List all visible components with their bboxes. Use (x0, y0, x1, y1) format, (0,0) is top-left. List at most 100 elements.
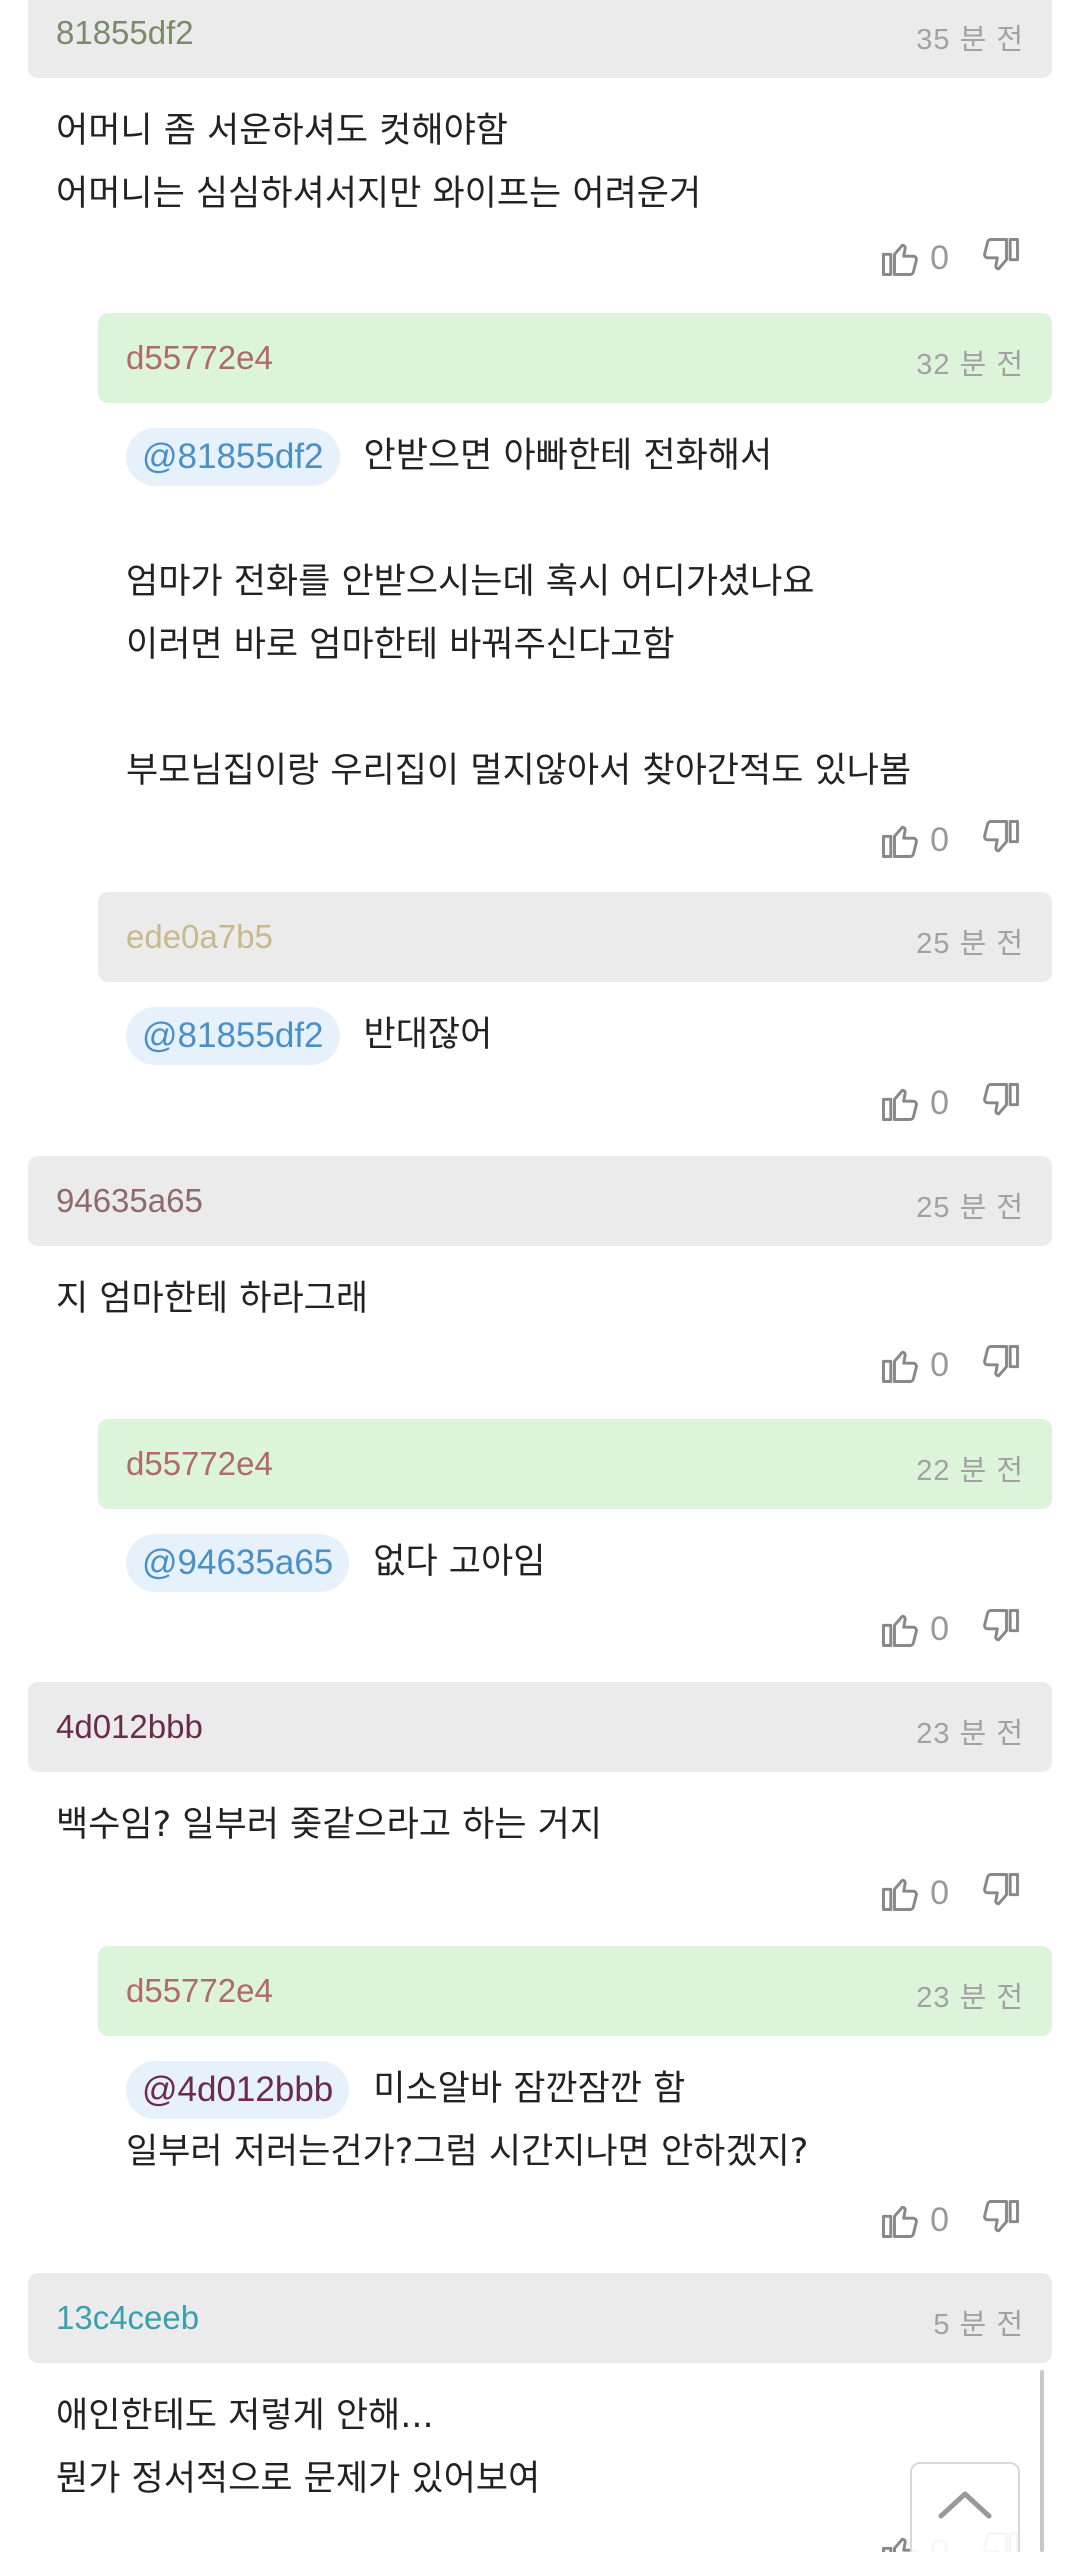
vote-bar: 0 (878, 1073, 1023, 1133)
vote-bar: 0 (878, 1599, 1023, 1659)
thumbs-up-icon (882, 1088, 918, 1121)
dislike-button[interactable] (979, 234, 1023, 282)
thumbs-down-icon (983, 1609, 1019, 1642)
mention-tag[interactable]: @94635a65 (126, 1534, 350, 1592)
comment-author[interactable]: d55772e4 (126, 339, 273, 377)
comment-header: ede0a7b5 25 분 전 (98, 892, 1052, 982)
dislike-button[interactable] (979, 1079, 1023, 1127)
comment-header: 4d012bbb 23 분 전 (28, 1682, 1052, 1772)
comment-author[interactable]: ede0a7b5 (126, 918, 273, 956)
comment-text: 애인한테도 저렇게 안해... (56, 2396, 434, 2436)
comment-text: 어머니는 심심하셔서지만 와이프는 어려운거 (56, 174, 702, 214)
thumbs-down-icon (983, 820, 1019, 853)
dislike-button[interactable] (979, 1869, 1023, 1917)
comment-time: 22 분 전 (916, 1455, 1024, 1487)
dislike-button[interactable] (979, 1605, 1023, 1653)
like-button[interactable]: 0 (878, 2198, 949, 2242)
dislike-button[interactable] (979, 2196, 1023, 2244)
comment-header: d55772e4 23 분 전 (98, 1946, 1052, 2036)
comment: 81855df2 35 분 전 어머니 좀 서운하셔도 컷해야함 어머니는 심심… (28, 0, 1052, 226)
thumbs-up-icon (882, 1878, 918, 1911)
comment-text: 부모님집이랑 우리집이 멀지않아서 찾아간적도 있나봄 (126, 751, 912, 791)
comment-header: 13c4ceeb 5 분 전 (28, 2273, 1052, 2363)
comment-body: @81855df2 반대잖어 (98, 982, 1052, 1067)
mention-tag[interactable]: @4d012bbb (126, 2061, 350, 2119)
comment-text: 반대잖어 (363, 1015, 493, 1055)
thumbs-up-icon (882, 1350, 918, 1383)
like-button[interactable]: 0 (878, 818, 949, 862)
comment-body: 어머니 좀 서운하셔도 컷해야함 어머니는 심심하셔서지만 와이프는 어려운거 (28, 78, 1052, 226)
dislike-button[interactable] (979, 1341, 1023, 1389)
comment-time: 35 분 전 (916, 24, 1024, 56)
vote-bar: 0 (878, 228, 1023, 288)
like-button[interactable]: 0 (878, 1871, 949, 1915)
scrollbar[interactable] (1040, 2370, 1044, 2552)
like-count: 0 (930, 820, 949, 859)
comment-author[interactable]: 94635a65 (56, 1182, 203, 1220)
comment-text: 지 엄마한테 하라그래 (56, 1279, 369, 1319)
comment-header: d55772e4 22 분 전 (98, 1419, 1052, 1509)
comment-body: @94635a65 없다 고아임 (98, 1509, 1052, 1594)
comment-text: 미소알바 잠깐잠깐 함 (373, 2069, 686, 2109)
thumbs-down-icon (983, 238, 1019, 271)
comment-header: 94635a65 25 분 전 (28, 1156, 1052, 1246)
thumbs-down-icon (983, 2200, 1019, 2233)
like-button[interactable]: 0 (878, 236, 949, 280)
thumbs-up-icon (882, 243, 918, 276)
comment-header: d55772e4 32 분 전 (98, 313, 1052, 403)
comment-time: 32 분 전 (916, 349, 1024, 381)
comment-author[interactable]: d55772e4 (126, 1445, 273, 1483)
like-count: 0 (930, 1609, 949, 1648)
like-count: 0 (930, 1345, 949, 1384)
comment-body: 백수임? 일부러 좆같으라고 하는 거지 (28, 1772, 1052, 1857)
comment-body: @4d012bbb 미소알바 잠깐잠깐 함 일부러 저러는건가?그럼 시간지나면 … (98, 2036, 1052, 2184)
vote-bar: 0 (878, 2190, 1023, 2250)
thumbs-down-icon (983, 1873, 1019, 1906)
reply-comment: d55772e4 32 분 전 @81855df2 안받으면 아빠한테 전화해서 … (98, 313, 1052, 803)
like-button[interactable]: 0 (878, 1343, 949, 1387)
comment: 13c4ceeb 5 분 전 애인한테도 저렇게 안해... 뭔가 정서적으로 … (28, 2273, 1052, 2511)
like-count: 0 (930, 1083, 949, 1122)
thumbs-up-icon (882, 2205, 918, 2238)
comment-author[interactable]: 13c4ceeb (56, 2299, 199, 2337)
vote-bar: 0 (878, 810, 1023, 870)
thumbs-down-icon (983, 1345, 1019, 1378)
comment-time: 25 분 전 (916, 928, 1024, 960)
thumbs-up-icon (882, 1614, 918, 1647)
comment-author[interactable]: 4d012bbb (56, 1708, 203, 1746)
like-count: 0 (930, 2200, 949, 2239)
comment-time: 23 분 전 (916, 1718, 1024, 1750)
scroll-to-top-button[interactable] (910, 2462, 1020, 2552)
comment-text: 없다 고아임 (373, 1542, 546, 1582)
comment-body: 지 엄마한테 하라그래 (28, 1246, 1052, 1331)
reply-comment: d55772e4 23 분 전 @4d012bbb 미소알바 잠깐잠깐 함 일부러… (98, 1946, 1052, 2184)
like-button[interactable]: 0 (878, 1607, 949, 1651)
reply-comment: d55772e4 22 분 전 @94635a65 없다 고아임 (98, 1419, 1052, 1594)
comment-body: 애인한테도 저렇게 안해... 뭔가 정서적으로 문제가 있어보여 (28, 2363, 1052, 2511)
like-button[interactable]: 0 (878, 1081, 949, 1125)
comment-author[interactable]: d55772e4 (126, 1972, 273, 2010)
comment-text: 일부러 저러는건가?그럼 시간지나면 안하겠지? (126, 2132, 809, 2172)
mention-tag[interactable]: @81855df2 (126, 1007, 340, 1065)
comment: 94635a65 25 분 전 지 엄마한테 하라그래 (28, 1156, 1052, 1331)
vote-bar: 0 (878, 1863, 1023, 1923)
thumbs-down-icon (983, 1083, 1019, 1116)
comment-text: 뭔가 정서적으로 문제가 있어보여 (56, 2459, 541, 2499)
comment-author[interactable]: 81855df2 (56, 14, 194, 52)
chevron-up-icon (938, 2491, 992, 2519)
comment-text: 백수임? 일부러 좆같으라고 하는 거지 (56, 1805, 603, 1845)
dislike-button[interactable] (979, 816, 1023, 864)
comment-time: 23 분 전 (916, 1982, 1024, 2014)
comment-time: 25 분 전 (916, 1192, 1024, 1224)
like-count: 0 (930, 1873, 949, 1912)
thumbs-up-icon (882, 825, 918, 858)
reply-comment: ede0a7b5 25 분 전 @81855df2 반대잖어 (98, 892, 1052, 1067)
comment-header: 81855df2 35 분 전 (28, 0, 1052, 78)
comment-body: @81855df2 안받으면 아빠한테 전화해서 엄마가 전화를 안받으시는데 혹… (98, 403, 1052, 803)
comment-time: 5 분 전 (933, 2309, 1024, 2341)
comment: 4d012bbb 23 분 전 백수임? 일부러 좆같으라고 하는 거지 (28, 1682, 1052, 1857)
mention-tag[interactable]: @81855df2 (126, 428, 340, 486)
vote-bar: 0 (878, 1335, 1023, 1395)
comment-text: 안받으면 아빠한테 전화해서 (363, 436, 773, 476)
like-count: 0 (930, 238, 949, 277)
